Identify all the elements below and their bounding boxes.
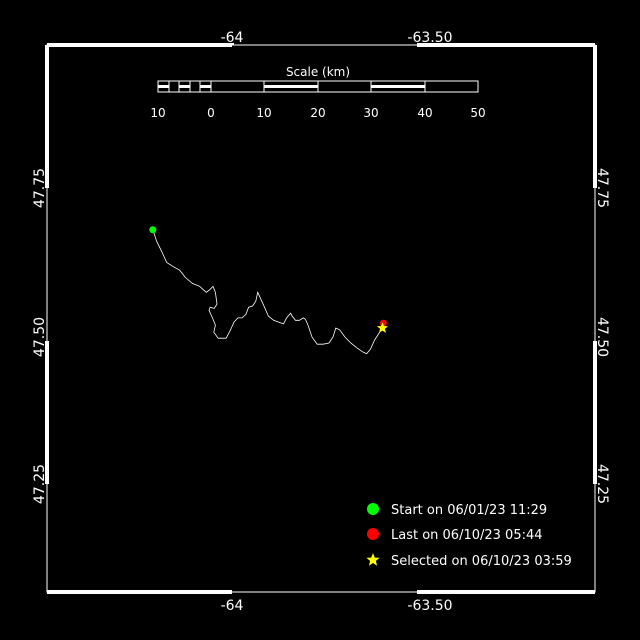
legend-selected-star-icon <box>366 553 380 566</box>
lon-tick-label-top-1: -64 <box>221 30 244 46</box>
legend-start-label: Start on 06/01/23 11:29 <box>391 503 547 518</box>
track-map: -64 -63.50 -64 -63.50 47.75 47.50 47.25 … <box>32 30 610 614</box>
drift-track-line <box>152 229 383 355</box>
start-marker <box>149 226 157 234</box>
lat-tick-label-left-2: 47.50 <box>32 317 48 357</box>
scale-label-6: 40 <box>417 106 432 120</box>
lon-tick-label-bottom-2: -63.50 <box>407 598 452 614</box>
legend-last-dot-icon <box>367 528 379 540</box>
scale-label-5: 30 <box>363 106 378 120</box>
lat-tick-label-left-1: 47.75 <box>32 168 48 208</box>
lat-tick-label-right-1: 47.75 <box>594 168 610 208</box>
scale-bar: Scale (km) 10 0 10 20 30 40 50 <box>150 65 485 120</box>
scale-bar-title: Scale (km) <box>286 65 350 79</box>
lat-tick-label-right-2: 47.50 <box>594 317 610 357</box>
scale-label-2: 0 <box>207 106 215 120</box>
scale-label-3: 10 <box>256 106 271 120</box>
scale-label-4: 20 <box>310 106 325 120</box>
lon-tick-label-top-2: -63.50 <box>407 30 452 46</box>
scale-label-7: 50 <box>470 106 485 120</box>
scale-label-1: 10 <box>150 106 165 120</box>
lon-tick-label-bottom-1: -64 <box>221 598 244 614</box>
lat-tick-label-right-3: 47.25 <box>594 464 610 504</box>
legend-last-label: Last on 06/10/23 05:44 <box>391 528 543 543</box>
legend: Start on 06/01/23 11:29 Last on 06/10/23… <box>366 503 572 569</box>
legend-start-dot-icon <box>367 503 379 515</box>
lat-tick-label-left-3: 47.25 <box>32 464 48 504</box>
legend-selected-label: Selected on 06/10/23 03:59 <box>391 554 572 569</box>
